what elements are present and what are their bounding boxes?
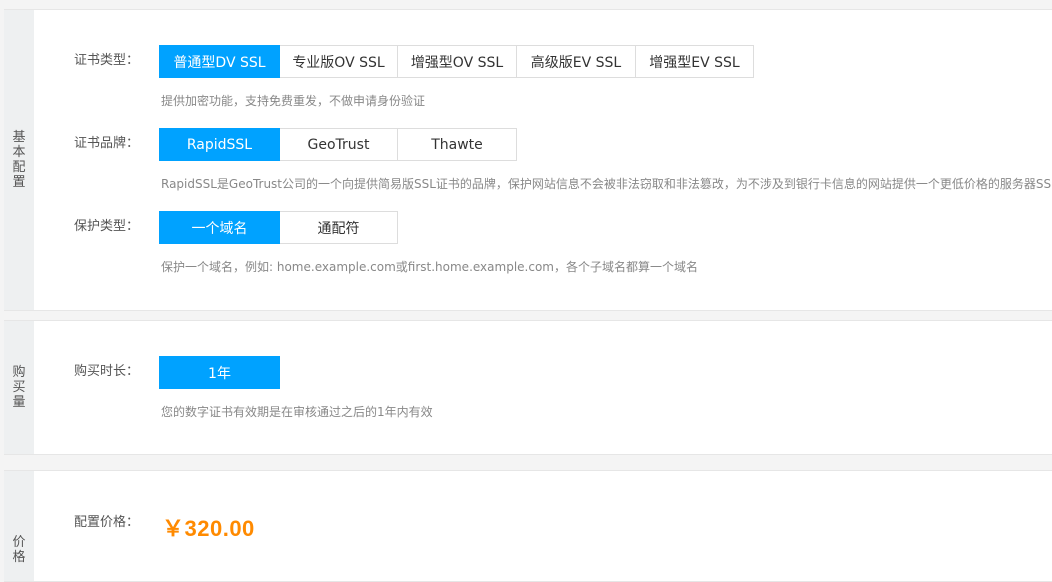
purchase-sidebar: 购买量	[4, 321, 34, 454]
pricing-sidebar: 价格	[4, 471, 34, 581]
duration-options: 1年	[159, 356, 280, 389]
purchase-section: 购买量 购买时长： 1年 您的数字证书有效期是在审核通过之后的1年内有效	[4, 320, 1052, 455]
cert-brand-label: 证书品牌：	[74, 136, 140, 151]
duration-label: 购买时长：	[74, 364, 140, 379]
cert-type-option-pro-ov[interactable]: 专业版OV SSL	[279, 45, 398, 78]
cert-type-option-dv[interactable]: 普通型DV SSL	[159, 45, 280, 78]
price-label: 配置价格：	[74, 515, 140, 530]
price-value: ￥320.00	[162, 516, 255, 541]
cert-brand-option-thawte[interactable]: Thawte	[397, 128, 517, 161]
duration-option-1-year[interactable]: 1年	[159, 356, 280, 389]
pricing-section: 价格 配置价格： ￥320.00	[4, 470, 1052, 582]
basic-config-section: 基本配置 证书类型： 普通型DV SSL 专业版OV SSL 增强型OV SSL…	[4, 9, 1052, 311]
protect-type-options: 一个域名 通配符	[159, 211, 398, 244]
protect-type-option-wildcard[interactable]: 通配符	[279, 211, 398, 244]
purchase-side-label: 购买量	[12, 365, 26, 410]
cert-type-option-advanced-ev[interactable]: 高级版EV SSL	[516, 45, 636, 78]
protect-type-label: 保护类型：	[74, 219, 140, 234]
cert-type-hint: 提供加密功能，支持免费重发，不做申请身份验证	[161, 94, 426, 108]
cert-brand-hint: RapidSSL是GeoTrust公司的一个向提供简易版SSL证书的品牌，保护网…	[161, 177, 1052, 191]
cert-brand-option-geotrust[interactable]: GeoTrust	[279, 128, 398, 161]
cert-type-option-enhanced-ov[interactable]: 增强型OV SSL	[397, 45, 517, 78]
cert-type-label: 证书类型：	[74, 53, 140, 68]
duration-hint: 您的数字证书有效期是在审核通过之后的1年内有效	[161, 405, 433, 419]
protect-type-hint: 保护一个域名，例如: home.example.com或first.home.e…	[161, 260, 698, 274]
pricing-side-label: 价格	[12, 535, 26, 565]
cert-type-options: 普通型DV SSL 专业版OV SSL 增强型OV SSL 高级版EV SSL …	[159, 45, 754, 78]
basic-config-sidebar: 基本配置	[4, 10, 34, 310]
cert-brand-option-rapidssl[interactable]: RapidSSL	[159, 128, 280, 161]
cert-type-option-enhanced-ev[interactable]: 增强型EV SSL	[635, 45, 754, 78]
basic-config-side-label: 基本配置	[12, 130, 26, 190]
cert-brand-options: RapidSSL GeoTrust Thawte	[159, 128, 517, 161]
protect-type-option-single-domain[interactable]: 一个域名	[159, 211, 280, 244]
